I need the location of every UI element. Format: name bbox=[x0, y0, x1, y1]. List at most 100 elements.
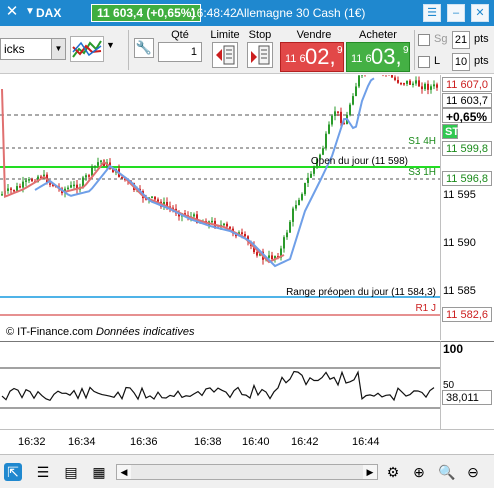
scroll-left-icon[interactable]: ◀ bbox=[117, 465, 131, 479]
sell-button[interactable]: 11 6 02, 9 bbox=[280, 42, 344, 72]
high-price-box: 11 607,0 bbox=[442, 77, 492, 92]
candle-body bbox=[292, 208, 294, 222]
menu-icon[interactable]: ☰ bbox=[423, 4, 441, 22]
minimize-icon[interactable]: – bbox=[447, 4, 465, 22]
list-icon[interactable]: ☰ bbox=[34, 463, 52, 481]
time-scrollbar[interactable]: ◀ ▶ bbox=[116, 464, 378, 480]
scroll-right-icon[interactable]: ▶ bbox=[363, 465, 377, 479]
table-icon[interactable]: ▦ bbox=[90, 463, 108, 481]
candle-body bbox=[433, 84, 435, 87]
candle-body bbox=[298, 199, 300, 206]
candle-body bbox=[328, 124, 330, 134]
candle-body bbox=[25, 180, 27, 182]
candle-body bbox=[229, 226, 231, 229]
level-box-3: 11 596,8 bbox=[442, 171, 492, 186]
candle-body bbox=[415, 80, 417, 84]
candle-body bbox=[223, 223, 225, 226]
print-icon[interactable]: ▤ bbox=[62, 463, 80, 481]
chart-settings-icon[interactable]: ⚙ bbox=[384, 463, 402, 481]
candle-body bbox=[100, 160, 102, 163]
period-value: icks bbox=[4, 42, 25, 56]
zoom-fit-icon[interactable]: ⊕ bbox=[410, 463, 428, 481]
osc-top-label: 100 bbox=[443, 342, 464, 356]
price-axis[interactable]: 11 607,0 11 603,7 +0,65% ST 11 599,8 11 … bbox=[440, 75, 494, 340]
close-icon[interactable]: ✕ bbox=[4, 4, 20, 20]
candle-body bbox=[412, 83, 414, 86]
x-tick-label: 16:32 bbox=[18, 436, 46, 448]
candle-body bbox=[283, 237, 285, 249]
candle-body bbox=[403, 83, 405, 85]
candle-body bbox=[436, 84, 438, 88]
y-tick-label: 11 585 bbox=[443, 285, 476, 297]
qty-input[interactable]: 1 bbox=[158, 42, 202, 62]
share-icon[interactable]: ⇱ bbox=[4, 463, 22, 481]
sell-price-sup: 9 bbox=[337, 45, 343, 56]
candle-body bbox=[1, 194, 3, 196]
oscillator-axis: 100 50 38,011 bbox=[440, 341, 494, 429]
st-badge: ST bbox=[442, 124, 459, 139]
price-chart[interactable]: S1 4H Open du jour (11 598) S3 1H Range … bbox=[0, 62, 440, 340]
range-preopen-label: Range préopen du jour (11 584,3) bbox=[286, 287, 436, 298]
candle-body bbox=[85, 175, 87, 178]
candle-body bbox=[10, 188, 12, 190]
candle-body bbox=[67, 187, 69, 190]
x-tick-label: 16:40 bbox=[242, 436, 270, 448]
sg-checkbox[interactable] bbox=[418, 34, 430, 46]
last-price-box: 11 603,7 bbox=[442, 93, 492, 108]
candle-body bbox=[70, 185, 72, 188]
last-quote-badge: 11 603,4 (+0,65%) bbox=[91, 4, 202, 22]
candle-body bbox=[400, 82, 402, 85]
candle-body bbox=[295, 205, 297, 209]
sg-label: Sg bbox=[434, 33, 448, 45]
chart-type-dropdown-icon[interactable]: ▼ bbox=[106, 40, 115, 50]
l-pts-label: pts bbox=[474, 55, 489, 67]
candle-body bbox=[193, 214, 195, 217]
zoom-in-icon[interactable]: 🔍 bbox=[438, 463, 456, 481]
zoom-out-icon[interactable]: ⊖ bbox=[464, 463, 482, 481]
x-tick-label: 16:42 bbox=[291, 436, 319, 448]
candle-body bbox=[49, 183, 51, 185]
settings-wrench-icon[interactable]: 🔧 bbox=[134, 38, 154, 58]
buy-button[interactable]: 11 6 03, 9 bbox=[346, 42, 410, 72]
sell-label: Vendre bbox=[296, 29, 332, 41]
disclaimer-label: Données indicatives bbox=[96, 326, 195, 338]
limit-order-button[interactable] bbox=[212, 42, 238, 68]
stop-order-button[interactable] bbox=[247, 42, 273, 68]
oscillator-line bbox=[1, 370, 435, 402]
candle-body bbox=[349, 104, 351, 115]
level-box-2: 11 599,8 bbox=[442, 141, 492, 156]
candle-body bbox=[7, 188, 9, 191]
candle-body bbox=[16, 186, 18, 191]
sell-price-main: 02, bbox=[305, 44, 336, 69]
candle-body bbox=[97, 162, 99, 166]
candle-body bbox=[325, 133, 327, 149]
l-input[interactable]: 10 bbox=[452, 53, 470, 71]
candle-body bbox=[310, 173, 312, 178]
stop-label: Stop bbox=[248, 29, 272, 41]
oscillator-pane[interactable] bbox=[0, 341, 440, 429]
candle-body bbox=[418, 80, 420, 87]
candle-body bbox=[244, 234, 246, 237]
chart-type-icon[interactable] bbox=[70, 36, 104, 62]
s3-label: S3 1H bbox=[408, 167, 436, 178]
candle-body bbox=[421, 86, 423, 90]
x-tick-label: 16:34 bbox=[68, 436, 96, 448]
chevron-down-icon[interactable]: ▼ bbox=[51, 39, 65, 59]
candle-body bbox=[391, 73, 393, 78]
candle-body bbox=[241, 232, 243, 235]
candle-body bbox=[91, 166, 93, 176]
candle-body bbox=[22, 181, 24, 188]
buy-label: Acheter bbox=[359, 29, 397, 41]
time-axis[interactable]: 16:32 16:34 16:36 16:38 16:40 16:42 16:4… bbox=[0, 429, 494, 453]
close-window-icon[interactable]: ✕ bbox=[471, 4, 489, 22]
l-label: L bbox=[434, 55, 441, 67]
candle-body bbox=[397, 79, 399, 83]
sg-input[interactable]: 21 bbox=[452, 31, 470, 49]
period-select[interactable]: icks ▼ bbox=[0, 38, 66, 60]
y-tick-label: 11 595 bbox=[443, 189, 476, 201]
change-box: +0,65% bbox=[442, 108, 492, 124]
candle-body bbox=[313, 166, 315, 174]
moving-average-blue bbox=[34, 77, 375, 268]
l-checkbox[interactable] bbox=[418, 56, 430, 68]
x-tick-label: 16:44 bbox=[352, 436, 380, 448]
